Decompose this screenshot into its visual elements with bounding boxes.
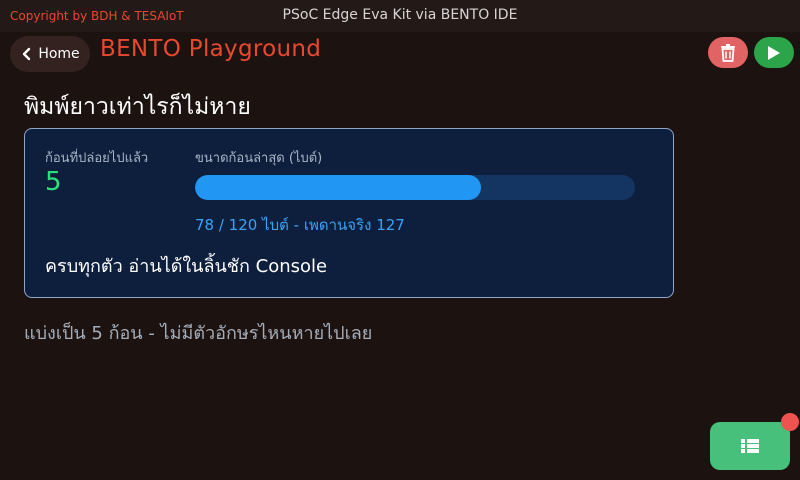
chunk-size-progress-bar xyxy=(195,175,635,200)
delete-button[interactable] xyxy=(708,37,748,68)
chevron-left-icon xyxy=(23,47,31,61)
status-card: ก้อนที่ปล่อยไปแล้ว 5 ขนาดก้อนล่าสุด (ไบต… xyxy=(24,128,674,298)
notification-badge xyxy=(781,413,799,431)
footnote-text: แบ่งเป็น 5 ก้อน - ไม่มีตัวอักษรไหนหายไปเ… xyxy=(24,323,373,344)
chunks-sent-label: ก้อนที่ปล่อยไปแล้ว xyxy=(45,151,149,166)
play-icon xyxy=(768,45,780,60)
chunk-size-progress-fill xyxy=(195,175,481,200)
page-title: BENTO Playground xyxy=(100,36,322,62)
console-drawer-button[interactable] xyxy=(710,422,790,470)
run-button[interactable] xyxy=(754,37,794,68)
home-button[interactable]: Home xyxy=(10,36,90,72)
home-button-label: Home xyxy=(38,46,80,62)
top-bar: Copyright by BDH & TESAIoT PSoC Edge Eva… xyxy=(0,0,800,32)
list-icon xyxy=(741,439,759,453)
status-message: ครบทุกตัว อ่านได้ในลิ้นชัก Console xyxy=(45,256,328,277)
app-title: PSoC Edge Eva Kit via BENTO IDE xyxy=(282,7,518,23)
trash-icon xyxy=(721,43,735,62)
chunk-size-label: ขนาดก้อนล่าสุด (ไบต์) xyxy=(195,151,323,166)
section-heading: พิมพ์ยาวเท่าไรก็ไม่หาย xyxy=(24,94,251,120)
chunk-size-detail: 78 / 120 ไบต์ - เพดานจริง 127 xyxy=(195,216,405,234)
chunks-sent-value: 5 xyxy=(45,167,62,197)
